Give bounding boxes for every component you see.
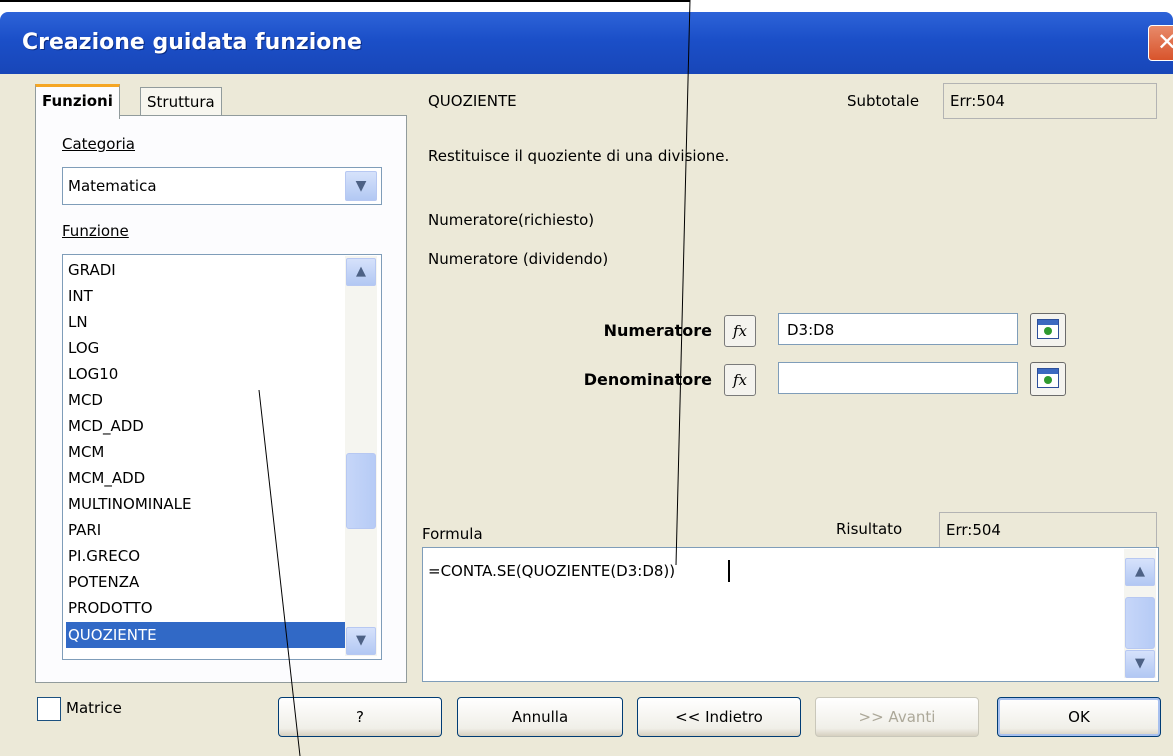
function-icon: fx	[732, 371, 747, 389]
result-label: Risultato	[836, 520, 903, 538]
formula-scroll-down-button[interactable]: ▼	[1125, 650, 1155, 678]
ok-button[interactable]: OK	[997, 697, 1161, 737]
close-icon: ✕	[1156, 28, 1173, 56]
formula-text: =CONTA.SE(QUOZIENTE(D3:D8))	[428, 562, 676, 580]
shrink-dialog-icon	[1037, 319, 1059, 339]
list-item[interactable]: POTENZA	[68, 569, 139, 595]
list-item[interactable]: PRODOTTO	[68, 595, 153, 621]
back-button[interactable]: << Indietro	[637, 697, 801, 737]
subtotal-value: Err:504	[950, 92, 1005, 110]
list-item[interactable]: MCM	[68, 439, 104, 465]
function-icon: fx	[732, 322, 747, 340]
list-item[interactable]: PARI	[68, 517, 101, 543]
denominatore-input[interactable]	[778, 362, 1018, 394]
argument-description: Numeratore (dividendo)	[428, 250, 609, 268]
formula-scroll-up-button[interactable]: ▲	[1125, 558, 1155, 586]
list-item[interactable]: LN	[68, 309, 88, 335]
list-item[interactable]: INT	[68, 283, 93, 309]
close-button[interactable]: ✕	[1148, 25, 1173, 61]
list-item-selected[interactable]: QUOZIENTE	[66, 622, 345, 648]
scroll-up-button[interactable]: ▲	[346, 258, 376, 286]
text-cursor	[728, 560, 730, 582]
subtotal-label: Subtotale	[847, 92, 920, 110]
cancel-button[interactable]: Annulla	[457, 697, 623, 737]
formula-label: Formula	[422, 525, 483, 543]
category-value: Matematica	[68, 177, 157, 195]
window-title: Creazione guidata funzione	[22, 30, 362, 55]
numeratore-value: D3:D8	[787, 321, 835, 339]
list-item[interactable]: MCD	[68, 387, 103, 413]
function-description: Restituisce il quoziente di una division…	[428, 147, 730, 165]
function-label-text: Funzione	[62, 222, 129, 240]
fx-button-numeratore[interactable]: fx	[724, 315, 756, 347]
chevron-down-icon: ▼	[356, 633, 366, 648]
matrix-checkbox[interactable]	[37, 697, 61, 721]
list-item[interactable]: PI.GRECO	[68, 543, 140, 569]
list-item[interactable]: MCM_ADD	[68, 465, 145, 491]
help-button[interactable]: ?	[278, 697, 442, 737]
fx-button-denominatore[interactable]: fx	[724, 364, 756, 396]
category-dropdown-button[interactable]: ▼	[345, 171, 377, 201]
argument-label-denominatore: Denominatore	[583, 370, 712, 389]
list-item[interactable]: MCD_ADD	[68, 413, 144, 439]
top-border-line	[0, 0, 690, 2]
chevron-up-icon: ▲	[1135, 564, 1145, 579]
list-item[interactable]: LOG10	[68, 361, 118, 387]
result-value: Err:504	[946, 521, 1001, 539]
argument-label-numeratore: Numeratore	[603, 321, 712, 340]
tab-funzioni[interactable]: Funzioni	[35, 84, 120, 119]
argument-required: Numeratore(richiesto)	[428, 211, 595, 229]
shrink-button-numeratore[interactable]	[1030, 313, 1066, 347]
tab-struttura[interactable]: Struttura	[140, 87, 222, 116]
next-button[interactable]: >> Avanti	[815, 697, 979, 737]
scroll-down-button[interactable]: ▼	[346, 627, 376, 655]
function-label: Funzione	[62, 222, 129, 240]
shrink-button-denominatore[interactable]	[1030, 362, 1066, 396]
list-item[interactable]: LOG	[68, 335, 99, 361]
formula-scrollbar-thumb[interactable]	[1125, 597, 1155, 649]
chevron-down-icon: ▼	[1135, 656, 1145, 671]
list-item[interactable]: GRADI	[68, 257, 116, 283]
chevron-down-icon: ▼	[355, 178, 367, 194]
list-item[interactable]: MULTINOMINALE	[68, 491, 192, 517]
category-label-text: Categoria	[62, 135, 136, 153]
category-label: Categoria	[62, 135, 135, 153]
shrink-dialog-icon	[1037, 368, 1059, 388]
function-name: QUOZIENTE	[428, 92, 517, 110]
scrollbar-thumb[interactable]	[346, 453, 376, 529]
matrix-label: Matrice	[66, 699, 122, 717]
chevron-up-icon: ▲	[356, 264, 366, 279]
